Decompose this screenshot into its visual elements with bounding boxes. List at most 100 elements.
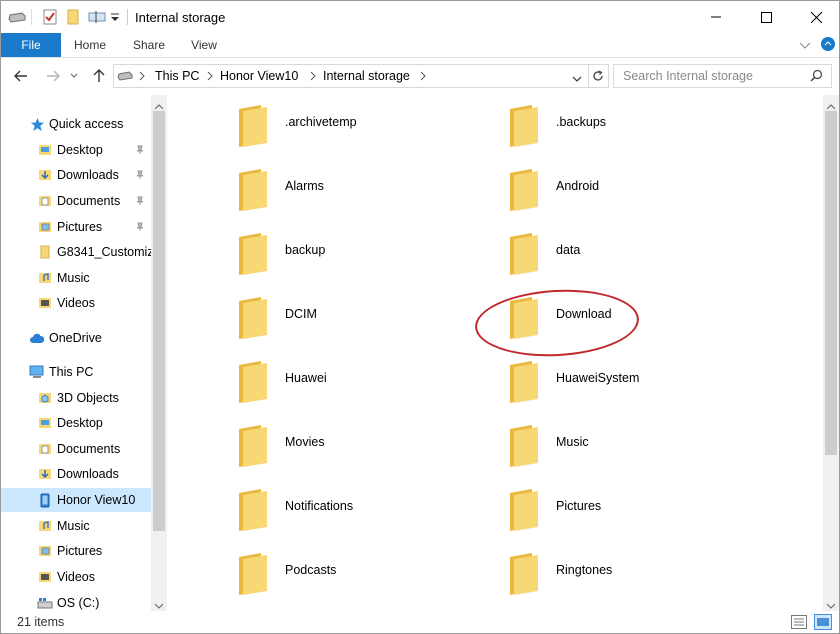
rename-icon[interactable] — [87, 9, 107, 25]
content-scrollbar[interactable] — [823, 95, 839, 611]
address-history-chevron-icon[interactable] — [572, 72, 582, 86]
nav-quick-g8341[interactable]: G8341_Customiz — [1, 240, 167, 264]
nav-label: Downloads — [57, 467, 119, 481]
nav-quick-downloads[interactable]: Downloads — [1, 163, 167, 187]
minimize-button[interactable] — [693, 1, 739, 33]
nav-quick-documents[interactable]: Documents — [1, 189, 167, 213]
tab-home[interactable]: Home — [67, 33, 113, 57]
content-scroll-thumb[interactable] — [825, 111, 837, 455]
large-icons-view-icon[interactable] — [814, 614, 832, 633]
maximize-button[interactable] — [743, 1, 789, 33]
chevron-right-icon[interactable] — [207, 70, 213, 84]
folder-item[interactable]: Podcasts — [237, 545, 477, 601]
nav-pc-desktop[interactable]: Desktop — [1, 411, 167, 435]
back-button[interactable] — [11, 66, 31, 86]
nav-label: Documents — [57, 442, 121, 456]
nav-pc-music[interactable]: Music — [1, 514, 167, 538]
nav-label: 3D Objects — [57, 391, 119, 405]
search-input[interactable]: Search Internal storage — [613, 64, 832, 88]
phone-icon — [37, 492, 53, 508]
refresh-button[interactable] — [588, 64, 609, 88]
tab-file[interactable]: File — [1, 33, 61, 57]
nav-label: Desktop — [57, 143, 103, 157]
pin-icon[interactable] — [135, 169, 145, 183]
breadcrumb-internal-storage[interactable]: Internal storage — [323, 69, 410, 83]
folder-icon — [508, 231, 538, 278]
nav-quick-access[interactable]: Quick access — [1, 112, 167, 136]
folder-name: HuaweiSystem — [556, 371, 640, 385]
folder-name: .backups — [556, 115, 607, 129]
address-bar[interactable]: This PC Honor View10 Internal storage — [113, 64, 589, 88]
nav-pc-downloads[interactable]: Downloads — [1, 462, 167, 486]
expand-ribbon-icon[interactable] — [799, 39, 811, 53]
computer-icon — [29, 364, 45, 380]
chevron-right-icon[interactable] — [420, 70, 426, 84]
pin-icon[interactable] — [135, 195, 145, 209]
status-bar: 21 items — [1, 611, 839, 633]
nav-quick-videos[interactable]: Videos — [1, 291, 167, 315]
nav-honor-view10[interactable]: Honor View10 — [1, 488, 167, 512]
nav-onedrive[interactable]: OneDrive — [1, 326, 167, 350]
nav-pc-videos[interactable]: Videos — [1, 565, 167, 589]
tab-share[interactable]: Share — [127, 33, 171, 57]
folder-icon — [237, 423, 267, 470]
folder-item[interactable]: Notifications — [237, 481, 477, 537]
up-button[interactable] — [89, 66, 109, 86]
nav-quick-music[interactable]: Music — [1, 266, 167, 290]
nav-3d-objects[interactable]: 3D Objects — [1, 386, 167, 410]
folder-icon — [237, 487, 267, 534]
properties-icon[interactable] — [41, 9, 59, 25]
nav-os-c-drive[interactable]: OS (C:) — [1, 591, 167, 611]
nav-scroll-thumb[interactable] — [153, 111, 165, 531]
ribbon-tabs: File Home Share View — [1, 33, 839, 58]
nav-quick-pictures[interactable]: Pictures — [1, 215, 167, 239]
folder-item[interactable]: Movies — [237, 417, 477, 473]
documents-folder-icon — [37, 441, 53, 457]
nav-pc-pictures[interactable]: Pictures — [1, 539, 167, 563]
folder-item[interactable]: backup — [237, 225, 477, 281]
breadcrumb-this-pc[interactable]: This PC — [155, 69, 199, 83]
breadcrumb-honor-view10[interactable]: Honor View10 — [220, 69, 298, 83]
scroll-down-icon[interactable] — [154, 598, 164, 611]
folder-item[interactable]: Ringtones — [508, 545, 748, 601]
tab-view[interactable]: View — [183, 33, 225, 57]
recent-locations-icon[interactable] — [67, 66, 81, 86]
folder-item[interactable]: Huawei — [237, 353, 477, 409]
scroll-down-icon[interactable] — [826, 598, 836, 612]
folder-item[interactable]: data — [508, 225, 748, 281]
folder-item[interactable]: Android — [508, 161, 748, 217]
folder-item[interactable]: Alarms — [237, 161, 477, 217]
nav-onedrive-label: OneDrive — [49, 331, 102, 345]
downloads-folder-icon — [37, 167, 53, 183]
details-view-icon[interactable] — [791, 615, 807, 632]
help-icon[interactable] — [821, 37, 835, 51]
downloads-folder-icon — [37, 466, 53, 482]
new-folder-icon[interactable] — [65, 9, 81, 25]
nav-scrollbar[interactable] — [151, 95, 167, 611]
folder-item[interactable]: Pictures — [508, 481, 748, 537]
chevron-right-icon[interactable] — [310, 70, 316, 84]
nav-label: Music — [57, 271, 90, 285]
close-button[interactable] — [793, 1, 839, 33]
forward-button[interactable] — [43, 66, 63, 86]
customize-toolbar-icon[interactable] — [109, 9, 121, 25]
pin-icon[interactable] — [135, 221, 145, 235]
folder-item[interactable]: Music — [508, 417, 748, 473]
nav-label: Pictures — [57, 220, 103, 234]
nav-label: Music — [57, 519, 90, 533]
drive-icon[interactable] — [7, 9, 27, 25]
folder-item[interactable]: .backups — [508, 97, 748, 153]
folder-item[interactable]: DCIM — [237, 289, 477, 345]
videos-folder-icon — [37, 295, 53, 311]
search-icon[interactable] — [810, 69, 823, 85]
chevron-right-icon[interactable] — [139, 70, 145, 84]
folder-item[interactable]: .archivetemp — [237, 97, 477, 153]
nav-quick-desktop[interactable]: Desktop — [1, 138, 167, 162]
pin-icon[interactable] — [135, 144, 145, 158]
nav-this-pc[interactable]: This PC — [1, 360, 167, 384]
3d-objects-folder-icon — [37, 390, 53, 406]
folder-icon — [237, 167, 267, 214]
title-separator — [127, 9, 128, 25]
nav-pc-documents[interactable]: Documents — [1, 437, 167, 461]
folder-item[interactable]: HuaweiSystem — [508, 353, 748, 409]
